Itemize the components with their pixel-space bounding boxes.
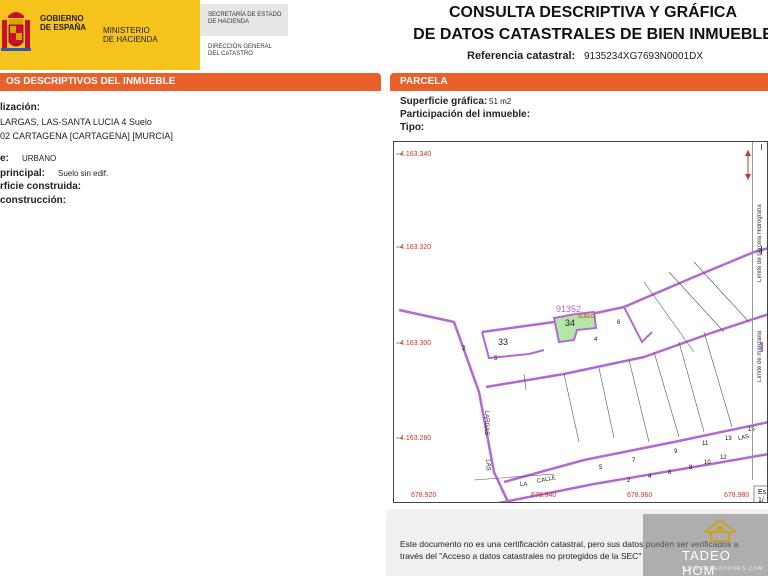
- house-number: 5: [599, 465, 603, 471]
- parcel-suelo-label: SUELO: [578, 314, 595, 320]
- parcela-bar: PARCELA: [390, 73, 768, 91]
- title-line-1: CONSULTA DESCRIPTIVA Y GRÁFICA: [448, 4, 737, 21]
- x-tick-2: 678.940: [531, 492, 557, 499]
- house-number: 6: [617, 320, 621, 326]
- house-number: 7: [632, 458, 636, 464]
- house-number: 4: [594, 337, 598, 343]
- street-boundary: [503, 421, 767, 484]
- lot-line: [668, 271, 725, 333]
- y-tick-3: 4.163.300: [400, 340, 432, 347]
- house-number: 13: [725, 436, 732, 442]
- title-line-2: DE DATOS CATASTRALES DE BIEN INMUEBLE: [413, 26, 768, 43]
- house-number: 4: [648, 474, 652, 480]
- house-number: 11: [702, 441, 709, 447]
- lot-33-label: 33: [498, 337, 509, 347]
- lot-33-boundary: [481, 331, 545, 360]
- street-la-label: LA: [520, 482, 528, 488]
- house-number: 9: [674, 449, 678, 455]
- house-number: 2: [462, 346, 466, 352]
- watermark-name: TADEO HOM: [682, 548, 731, 578]
- north-arrow-icon: [745, 150, 751, 180]
- direccion-general: DIRECCIÓN GENERAL DEL CATASTRO: [208, 44, 273, 57]
- datos-descriptivos-bar: OS DESCRIPTIVOS DEL INMUEBLE: [0, 73, 381, 91]
- lot-line: [653, 351, 680, 438]
- ref-catastral-label: Referencia catastral:: [467, 50, 576, 62]
- y-tick-1: 4.163.340: [400, 151, 432, 158]
- parcel-number-label: 34: [565, 318, 576, 328]
- localizacion-label: lización:: [0, 102, 41, 113]
- block-boundary-top: [481, 247, 767, 334]
- superficie-grafica-value: 51 m2: [489, 97, 512, 106]
- lot-line: [703, 331, 733, 428]
- house-number: 6: [668, 470, 672, 476]
- lot-line: [628, 359, 650, 443]
- house-number: 2: [627, 478, 631, 484]
- map-drawing: [396, 150, 767, 502]
- lot-line: [643, 281, 695, 353]
- tipo-label: Tipo:: [400, 122, 425, 133]
- lot-line: [523, 373, 527, 391]
- x-tick-1: 678.920: [411, 492, 437, 499]
- lot-boundary-right: [623, 306, 653, 344]
- uso-principal-label: principal:: [0, 168, 46, 179]
- house-number: 12: [720, 455, 727, 461]
- house-number: 5: [494, 356, 498, 362]
- lot-line: [693, 261, 750, 323]
- secretaria-de-estado: SECRETARÍA DE ESTADO DE HACIENDA: [208, 12, 282, 25]
- participacion-label: Participación del inmueble:: [400, 109, 531, 120]
- ref-catastral-value: 9135234XG7693N0001DX: [584, 51, 703, 62]
- y-tick-2: 4.163.320: [400, 244, 432, 251]
- gobierno-de-espana: GOBIERNO DE ESPAÑA: [40, 14, 87, 32]
- map-legend: Hidrografía Límite de parcela Límite de …: [752, 142, 768, 480]
- uso-principal-value: Suelo sin edif.: [58, 169, 109, 178]
- clase-value: URBANO: [22, 154, 57, 163]
- lot-line: [598, 367, 615, 439]
- cadastral-map[interactable]: 4.163.340 4.163.320 4.163.300 4.163.280 …: [393, 141, 768, 503]
- y-tick-4: 4.163.280: [400, 435, 432, 442]
- page-title: CONSULTA DESCRIPTIVA Y GRÁFICA DE DATOS …: [390, 2, 768, 46]
- house-number: 10: [704, 460, 711, 466]
- x-tick-4: 678.980: [724, 492, 750, 499]
- block-boundary-left: [398, 308, 510, 502]
- watermark-sub: WWW.TADEOHOMES.COM: [682, 566, 764, 572]
- localizacion-line-1: LARGAS, LAS-SANTA LUCIA 4 Suelo: [0, 117, 152, 127]
- superficie-grafica-label: Superficie gráfica:: [400, 96, 488, 107]
- localizacion-line-2: 02 CARTAGENA [CARTAGENA] [MURCIA]: [0, 131, 173, 141]
- legend-limite-manzana: Límite de manzana: [757, 330, 763, 382]
- street-las-label: LAS: [484, 459, 491, 471]
- street-largas-label: LARGAS: [483, 410, 490, 436]
- anio-construccion-label: construcción:: [0, 195, 67, 206]
- legend-limite-parcela: Límite de parcela: [757, 235, 763, 282]
- house-number: 8: [689, 465, 693, 471]
- scale-label: Es: [758, 489, 767, 496]
- superficie-construida-label: rficie construida:: [0, 181, 82, 192]
- x-tick-3: 678.960: [627, 492, 653, 499]
- coat-of-arms-icon: [1, 12, 31, 51]
- lot-line: [678, 341, 705, 433]
- lot-line: [563, 373, 580, 443]
- ministerio-de-hacienda: MINISTERIO DE HACIENDA: [103, 26, 158, 44]
- parcel-id-label: 91352: [556, 304, 582, 314]
- clase-label: e:: [0, 153, 9, 164]
- house-logo-icon: [703, 518, 737, 542]
- scale-value: 1/: [758, 497, 764, 503]
